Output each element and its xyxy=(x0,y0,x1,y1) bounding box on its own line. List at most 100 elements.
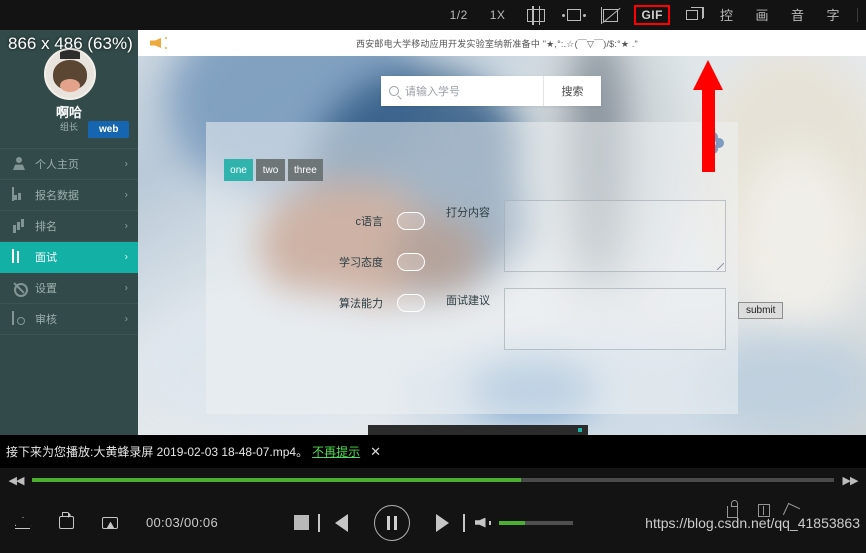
video-viewport[interactable]: 866 x 486 (63%) web 啊哈 组长 个人主页 › 报名数据 › … xyxy=(0,30,866,435)
comment-label: 打分内容 xyxy=(446,207,490,219)
stop-button[interactable] xyxy=(293,515,309,530)
pause-button[interactable] xyxy=(373,504,410,541)
interview-scoring-card: one two three c语言 学习态度 算法能力 打分内容 面试建议 xyxy=(206,122,738,414)
seek-slider[interactable] xyxy=(32,478,834,482)
megaphone-icon xyxy=(150,36,168,50)
user-role: 组长 xyxy=(59,122,78,132)
tab-one[interactable]: one xyxy=(224,159,253,181)
chevron-right-icon: › xyxy=(124,189,128,201)
user-name: 啊哈 xyxy=(55,105,82,120)
comment-row: 打分内容 xyxy=(446,200,726,272)
duplicate-window-icon[interactable] xyxy=(681,5,704,25)
bar-chart-icon xyxy=(12,219,26,233)
search-bar: 请输入学号 搜索 xyxy=(381,76,601,106)
chevron-right-icon: › xyxy=(124,220,128,232)
close-icon[interactable]: ✕ xyxy=(370,444,381,460)
seek-progress xyxy=(32,478,522,482)
half-speed-button[interactable]: 1/2 xyxy=(445,5,473,25)
avatar[interactable] xyxy=(44,48,96,100)
arrow-shaft xyxy=(702,86,715,172)
player-control-bar: 00:03/00:06 https://blog.csdn.net/qq_418… xyxy=(0,492,866,553)
sidebar-item-label: 面试 xyxy=(35,252,57,264)
video-settings-button[interactable]: 画 xyxy=(750,5,774,25)
comment-label: 面试建议 xyxy=(446,295,490,307)
one-x-speed-button[interactable]: 1X xyxy=(485,5,511,25)
book-outline-icon xyxy=(758,504,770,517)
score-field-row: 学习态度 xyxy=(206,247,451,277)
zoom-level-overlay: 866 x 486 (63%) xyxy=(8,34,133,53)
volume-icon[interactable] xyxy=(474,516,491,530)
search-icon xyxy=(389,86,399,96)
score-input-algorithm[interactable] xyxy=(397,294,425,312)
tab-two[interactable]: two xyxy=(256,159,285,181)
score-input-attitude[interactable] xyxy=(397,253,425,271)
previous-button[interactable] xyxy=(317,513,348,532)
gif-button[interactable]: GIF xyxy=(634,5,670,25)
chevron-right-icon: › xyxy=(124,313,128,325)
vertical-split-frame-icon[interactable] xyxy=(522,5,550,25)
chevron-right-icon: › xyxy=(124,158,128,170)
avatar-muzzle xyxy=(60,78,80,92)
interview-advice-textarea[interactable] xyxy=(504,288,726,350)
sidebar-item-label: 报名数据 xyxy=(35,190,79,202)
search-button[interactable]: 搜索 xyxy=(543,76,601,106)
app-sidebar: web 啊哈 组长 个人主页 › 报名数据 › 排名 › 面试 › 设置 › 审… xyxy=(0,30,138,435)
recorder-toolbar: 1/2 1X GIF 控 画 音 字 xyxy=(0,0,866,30)
seek-bar-row: ◀◀ ▶▶ xyxy=(0,468,866,492)
rewind-button[interactable]: ◀◀ xyxy=(0,474,32,487)
sidebar-item-audit[interactable]: 审核 › xyxy=(0,304,138,335)
sidebar-item-interview[interactable]: 面试 › xyxy=(0,242,138,273)
sidebar-item-registration-data[interactable]: 报名数据 › xyxy=(0,180,138,211)
volume-fill xyxy=(498,520,526,525)
fast-forward-button[interactable]: ▶▶ xyxy=(834,474,866,487)
notification-text: 接下来为您播放:大黄蜂录屏 2019-02-03 18-48-07.mp4。 xyxy=(6,445,309,459)
sidebar-item-home[interactable]: 个人主页 › xyxy=(0,149,138,180)
volume-group xyxy=(474,516,573,530)
sidebar-item-settings[interactable]: 设置 › xyxy=(0,273,138,304)
book-icon xyxy=(12,249,26,264)
horizontal-expand-frame-icon[interactable] xyxy=(562,5,587,25)
search-placeholder: 请输入学号 xyxy=(405,86,460,98)
monitor-icon xyxy=(12,187,26,202)
sidebar-item-label: 审核 xyxy=(35,314,57,326)
page-bottom-strip xyxy=(368,425,588,435)
annotation-arrow xyxy=(693,60,723,172)
sidebar-item-label: 排名 xyxy=(35,221,57,233)
crop-frame-icon[interactable] xyxy=(598,5,623,25)
search-input-wrapper[interactable]: 请输入学号 xyxy=(381,76,543,106)
chevron-right-icon: › xyxy=(124,251,128,263)
score-field-row: c语言 xyxy=(206,206,451,236)
tab-three[interactable]: three xyxy=(288,159,323,181)
next-button[interactable] xyxy=(435,513,465,532)
subtitle-settings-button[interactable]: 字 xyxy=(821,5,845,25)
recorder-window: 1/2 1X GIF 控 画 音 字 866 x 486 (63%) web 啊… xyxy=(0,0,866,553)
score-input-c-language[interactable] xyxy=(397,212,425,230)
sidebar-item-ranking[interactable]: 排名 › xyxy=(0,211,138,242)
sidebar-item-label: 设置 xyxy=(35,283,57,295)
comment-row: 面试建议 xyxy=(446,288,726,350)
resize-grip[interactable] xyxy=(717,263,724,270)
sidebar-item-label: 个人主页 xyxy=(35,159,79,171)
toolbar-divider xyxy=(857,8,858,22)
chevron-right-icon: › xyxy=(124,282,128,294)
volume-slider[interactable] xyxy=(498,520,573,525)
cursor-arrow-icon xyxy=(785,505,798,518)
score-field-label: c语言 xyxy=(355,216,384,228)
control-panel-button[interactable]: 控 xyxy=(715,5,739,25)
person-icon xyxy=(12,157,26,171)
audit-icon xyxy=(12,311,26,326)
score-content-textarea[interactable] xyxy=(504,200,726,272)
player-notification: 接下来为您播放:大黄蜂录屏 2019-02-03 18-48-07.mp4。 不… xyxy=(0,435,866,468)
submit-button[interactable]: submit xyxy=(738,302,784,319)
sidebar-menu: 个人主页 › 报名数据 › 排名 › 面试 › 设置 › 审核 › xyxy=(0,148,138,335)
comment-fields: 打分内容 面试建议 xyxy=(446,200,726,366)
score-field-row: 算法能力 xyxy=(206,288,451,318)
announcement-bar: 西安邮电大学移动应用开发实验室纳新准备中 "★,°:.☆(￣▽￣)/$:°★ .… xyxy=(138,30,866,56)
audio-settings-button[interactable]: 音 xyxy=(786,5,810,25)
app-content: 西安邮电大学移动应用开发实验室纳新准备中 "★,°:.☆(￣▽￣)/$:°★ .… xyxy=(138,30,866,435)
gear-icon xyxy=(12,281,26,295)
lock-icon xyxy=(727,500,738,518)
dont-show-again-link[interactable]: 不再提示 xyxy=(312,443,360,460)
score-field-label: 算法能力 xyxy=(339,298,383,310)
candidate-tabs: one two three xyxy=(224,159,323,181)
